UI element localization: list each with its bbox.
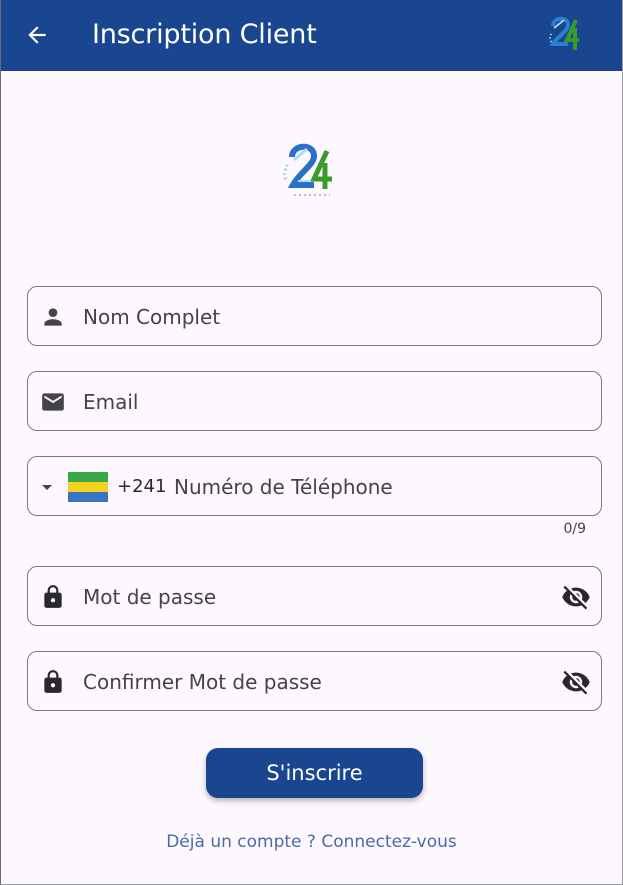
app-logo [549,16,579,50]
back-button[interactable] [21,18,53,52]
email-placeholder: Email [83,390,139,414]
signup-button[interactable]: S'inscrire [206,748,423,798]
page-title: Inscription Client [92,19,317,50]
lock-icon [40,669,66,695]
app-logo [283,143,332,196]
password-placeholder: Mot de passe [83,585,217,609]
person-icon [40,304,66,330]
dial-code: +241 [117,476,167,497]
confirm-password-placeholder: Confirmer Mot de passe [83,670,322,694]
mail-icon [40,389,66,415]
visibility-off-icon[interactable] [561,583,591,611]
password-field[interactable]: Mot de passe [27,566,602,626]
signup-screen: Inscription Client Nom Complet Email +24… [0,0,623,885]
full-name-field[interactable]: Nom Complet [27,286,602,346]
full-name-placeholder: Nom Complet [83,305,221,329]
lock-icon [40,584,66,610]
phone-field[interactable]: +241 Numéro de Téléphone [27,456,602,516]
login-link[interactable]: Déjà un compte ? Connectez-vous [1,832,622,852]
phone-placeholder: Numéro de Téléphone [174,475,393,499]
phone-char-counter: 0/9 [563,521,586,537]
arrow-drop-down-icon[interactable] [40,482,54,492]
email-field[interactable]: Email [27,371,602,431]
arrow-left-icon [28,26,46,44]
confirm-password-field[interactable]: Confirmer Mot de passe [27,651,602,711]
app-bar: Inscription Client [1,0,622,71]
gabon-flag-icon[interactable] [68,472,108,502]
visibility-off-icon[interactable] [561,668,591,696]
